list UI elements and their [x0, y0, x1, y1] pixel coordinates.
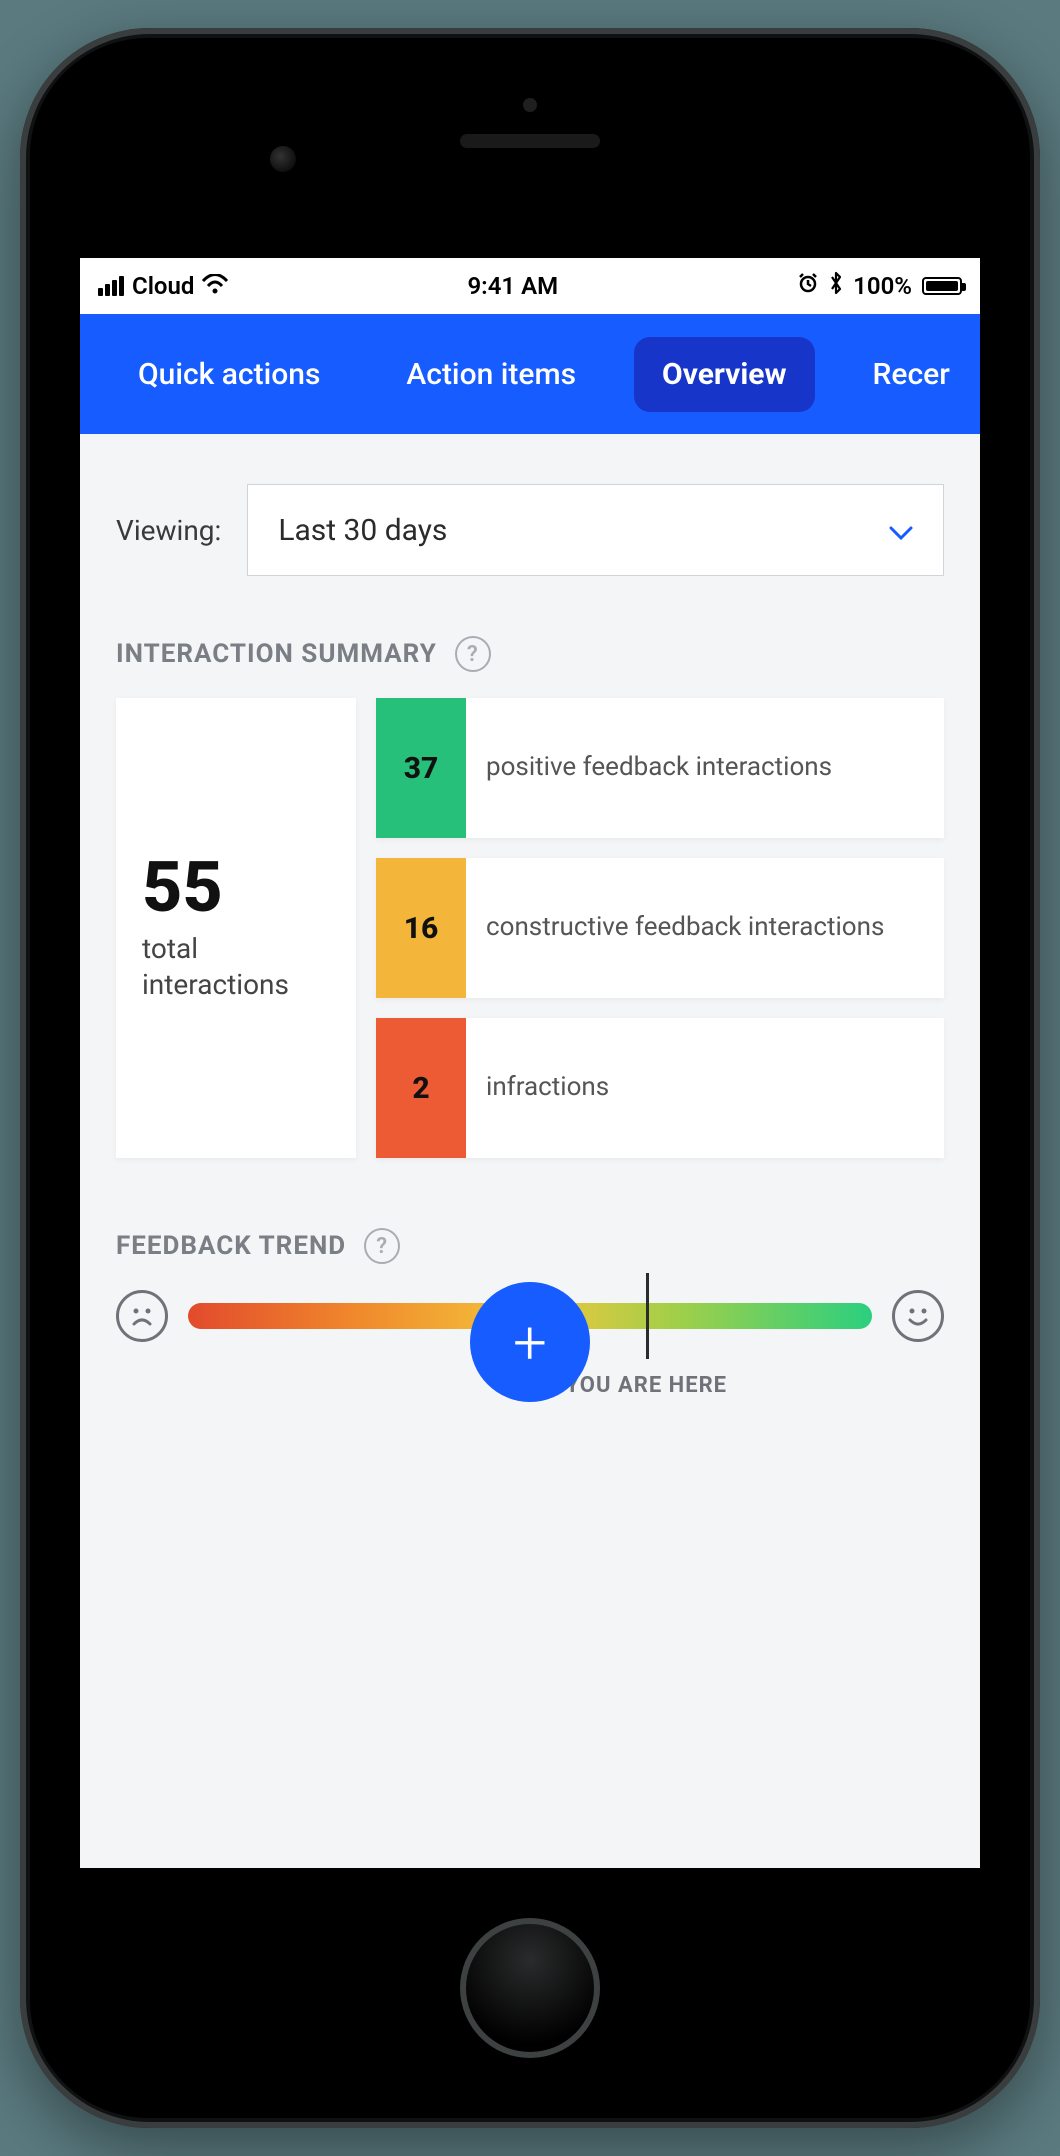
status-left: Cloud: [98, 272, 228, 300]
stat-value-infractions: 2: [376, 1018, 466, 1158]
viewing-row: Viewing: Last 30 days: [116, 484, 944, 576]
camera-dot: [523, 98, 537, 112]
clock: 9:41 AM: [467, 272, 558, 300]
sad-face-icon: [116, 1290, 168, 1342]
trend-needle: [646, 1273, 649, 1359]
total-interactions-value: 55: [142, 853, 330, 923]
chevron-down-icon: [889, 514, 913, 547]
help-icon[interactable]: ?: [364, 1228, 400, 1264]
plus-icon: +: [513, 1307, 547, 1378]
section-heading-interaction: INTERACTION SUMMARY ?: [116, 636, 944, 672]
alarm-icon: [797, 272, 819, 300]
tab-bar[interactable]: Quick actions Action items Overview Rece…: [80, 314, 980, 434]
speaker-grille: [460, 134, 600, 148]
carrier-label: Cloud: [132, 272, 194, 300]
fab-add-button[interactable]: +: [470, 1282, 590, 1402]
happy-face-icon: [892, 1290, 944, 1342]
stat-label-positive: positive feedback interactions: [466, 698, 944, 838]
phone-frame: Cloud 9:41 AM 100%: [20, 28, 1040, 2128]
stat-card-positive[interactable]: 37 positive feedback interactions: [376, 698, 944, 838]
phone-body: Cloud 9:41 AM 100%: [30, 38, 1030, 2118]
status-bar: Cloud 9:41 AM 100%: [80, 258, 980, 314]
timeframe-selected: Last 30 days: [278, 513, 447, 548]
status-right: 100%: [797, 271, 962, 301]
interaction-summary-title: INTERACTION SUMMARY: [116, 639, 437, 669]
tab-recent[interactable]: Recer: [845, 337, 978, 412]
total-interactions-label: total interactions: [142, 931, 330, 1004]
stat-card-constructive[interactable]: 16 constructive feedback interactions: [376, 858, 944, 998]
stat-label-constructive: constructive feedback interactions: [466, 858, 944, 998]
content-scroll[interactable]: Viewing: Last 30 days INTERACTION SUMMAR…: [80, 434, 980, 1342]
section-heading-trend: FEEDBACK TREND ?: [116, 1228, 944, 1264]
screen: Cloud 9:41 AM 100%: [80, 258, 980, 1868]
stat-value-positive: 37: [376, 698, 466, 838]
help-icon[interactable]: ?: [455, 636, 491, 672]
feedback-trend-title: FEEDBACK TREND: [116, 1231, 346, 1261]
interaction-summary-grid: 55 total interactions 37 positive feedba…: [116, 698, 944, 1158]
stat-label-infractions: infractions: [466, 1018, 944, 1158]
stat-value-constructive: 16: [376, 858, 466, 998]
stat-card-infractions[interactable]: 2 infractions: [376, 1018, 944, 1158]
timeframe-dropdown[interactable]: Last 30 days: [247, 484, 944, 576]
signal-icon: [98, 276, 124, 296]
tab-action-items[interactable]: Action items: [378, 337, 604, 412]
battery-icon: [922, 277, 962, 295]
battery-pct: 100%: [853, 272, 912, 300]
proximity-sensor: [270, 146, 296, 172]
stat-column: 37 positive feedback interactions 16 con…: [376, 698, 944, 1158]
tab-overview[interactable]: Overview: [634, 337, 815, 412]
tab-quick-actions[interactable]: Quick actions: [110, 337, 348, 412]
home-button[interactable]: [460, 1918, 600, 2058]
bluetooth-icon: [829, 271, 843, 301]
total-interactions-card[interactable]: 55 total interactions: [116, 698, 356, 1158]
viewing-label: Viewing:: [116, 514, 221, 547]
you-are-here-label: YOU ARE HERE: [565, 1373, 727, 1398]
wifi-icon: [202, 272, 228, 300]
